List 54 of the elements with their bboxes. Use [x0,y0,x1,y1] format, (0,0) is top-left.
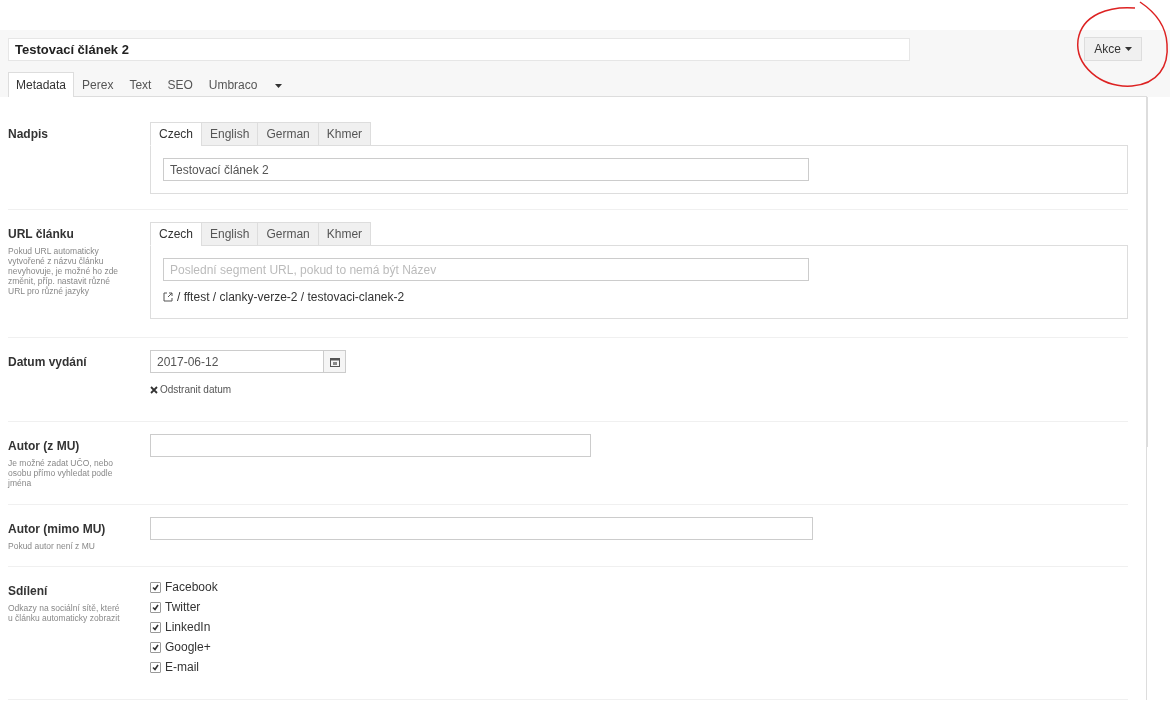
language-tab[interactable]: Khmer [317,122,372,146]
language-tab[interactable]: German [257,222,318,246]
caret-icon[interactable] [275,84,283,88]
language-tab[interactable]: English [201,222,258,246]
help-text: Je možné zadat UČO, nebo osobu přímo vyhledat podle jména [8,458,114,488]
checkmark-icon [152,583,159,591]
field-label: Autor (mimo MU) [8,522,107,536]
field-label: Autor (z MU) [8,439,81,453]
checkbox[interactable] [150,621,161,633]
checkbox-option[interactable]: E-mail [150,660,218,674]
caret-icon [1125,47,1132,51]
tab[interactable]: Text [121,72,160,97]
tab[interactable]: Umbraco [200,72,266,97]
field-label: Sdílení [8,584,49,598]
tab[interactable]: Perex [74,72,122,97]
checkmark-icon [152,643,159,651]
help-text: Odkazy na sociální sítě, které u článku automaticky zobrazit [8,603,121,623]
date-field[interactable]: 2017-06-12 [150,350,324,373]
author-field[interactable] [150,434,591,457]
url-path: / fftest / clanky-verze-2 / testovaci-clanek-2 [177,290,405,304]
checkbox[interactable] [150,581,161,593]
remove-date-link[interactable]: Odstranit datum [150,384,232,395]
checkbox[interactable] [150,641,161,653]
checkbox[interactable] [150,661,161,673]
title-field[interactable]: Testovací článek 2 [8,37,911,61]
checkmark-icon [152,603,159,611]
checkbox[interactable] [150,601,161,613]
language-tab[interactable]: Czech [150,222,201,246]
language-tab[interactable]: English [201,122,258,146]
actions-button[interactable]: Akce [1084,37,1142,61]
help-text: Pokud autor není z MU [8,541,96,551]
scrollbar[interactable] [1146,97,1148,447]
author-field[interactable] [150,517,813,540]
calendar-button[interactable] [324,350,346,373]
tab[interactable]: SEO [159,72,201,97]
checkmark-icon [152,623,159,631]
tab[interactable]: Metadata [8,72,75,97]
checkbox-option[interactable]: LinkedIn [150,620,218,634]
field-label: Nadpis [8,127,49,141]
checkbox-option[interactable]: Google+ [150,640,218,654]
language-tab[interactable]: Czech [150,122,201,146]
url-field[interactable]: Poslední segment URL, pokud to nemá být Název [163,258,809,281]
x-icon [150,385,158,394]
help-text: Pokud URL automaticky vytvořené z názvu článku nevyhovuje, je možné ho zde změnit, příp. nastavit různé URL pro různé jazyky [8,246,120,296]
text-field[interactable]: Testovací článek 2 [163,158,809,181]
external-link-icon[interactable] [163,292,173,302]
language-tab[interactable]: German [257,122,318,146]
calendar-icon [329,356,340,367]
field-label: URL článku [8,227,75,241]
checkbox-option[interactable]: Twitter [150,600,218,614]
checkmark-icon [152,663,159,671]
language-tab[interactable]: Khmer [317,222,372,246]
checkbox-option[interactable]: Facebook [150,580,218,594]
field-label: Datum vydání [8,355,88,369]
